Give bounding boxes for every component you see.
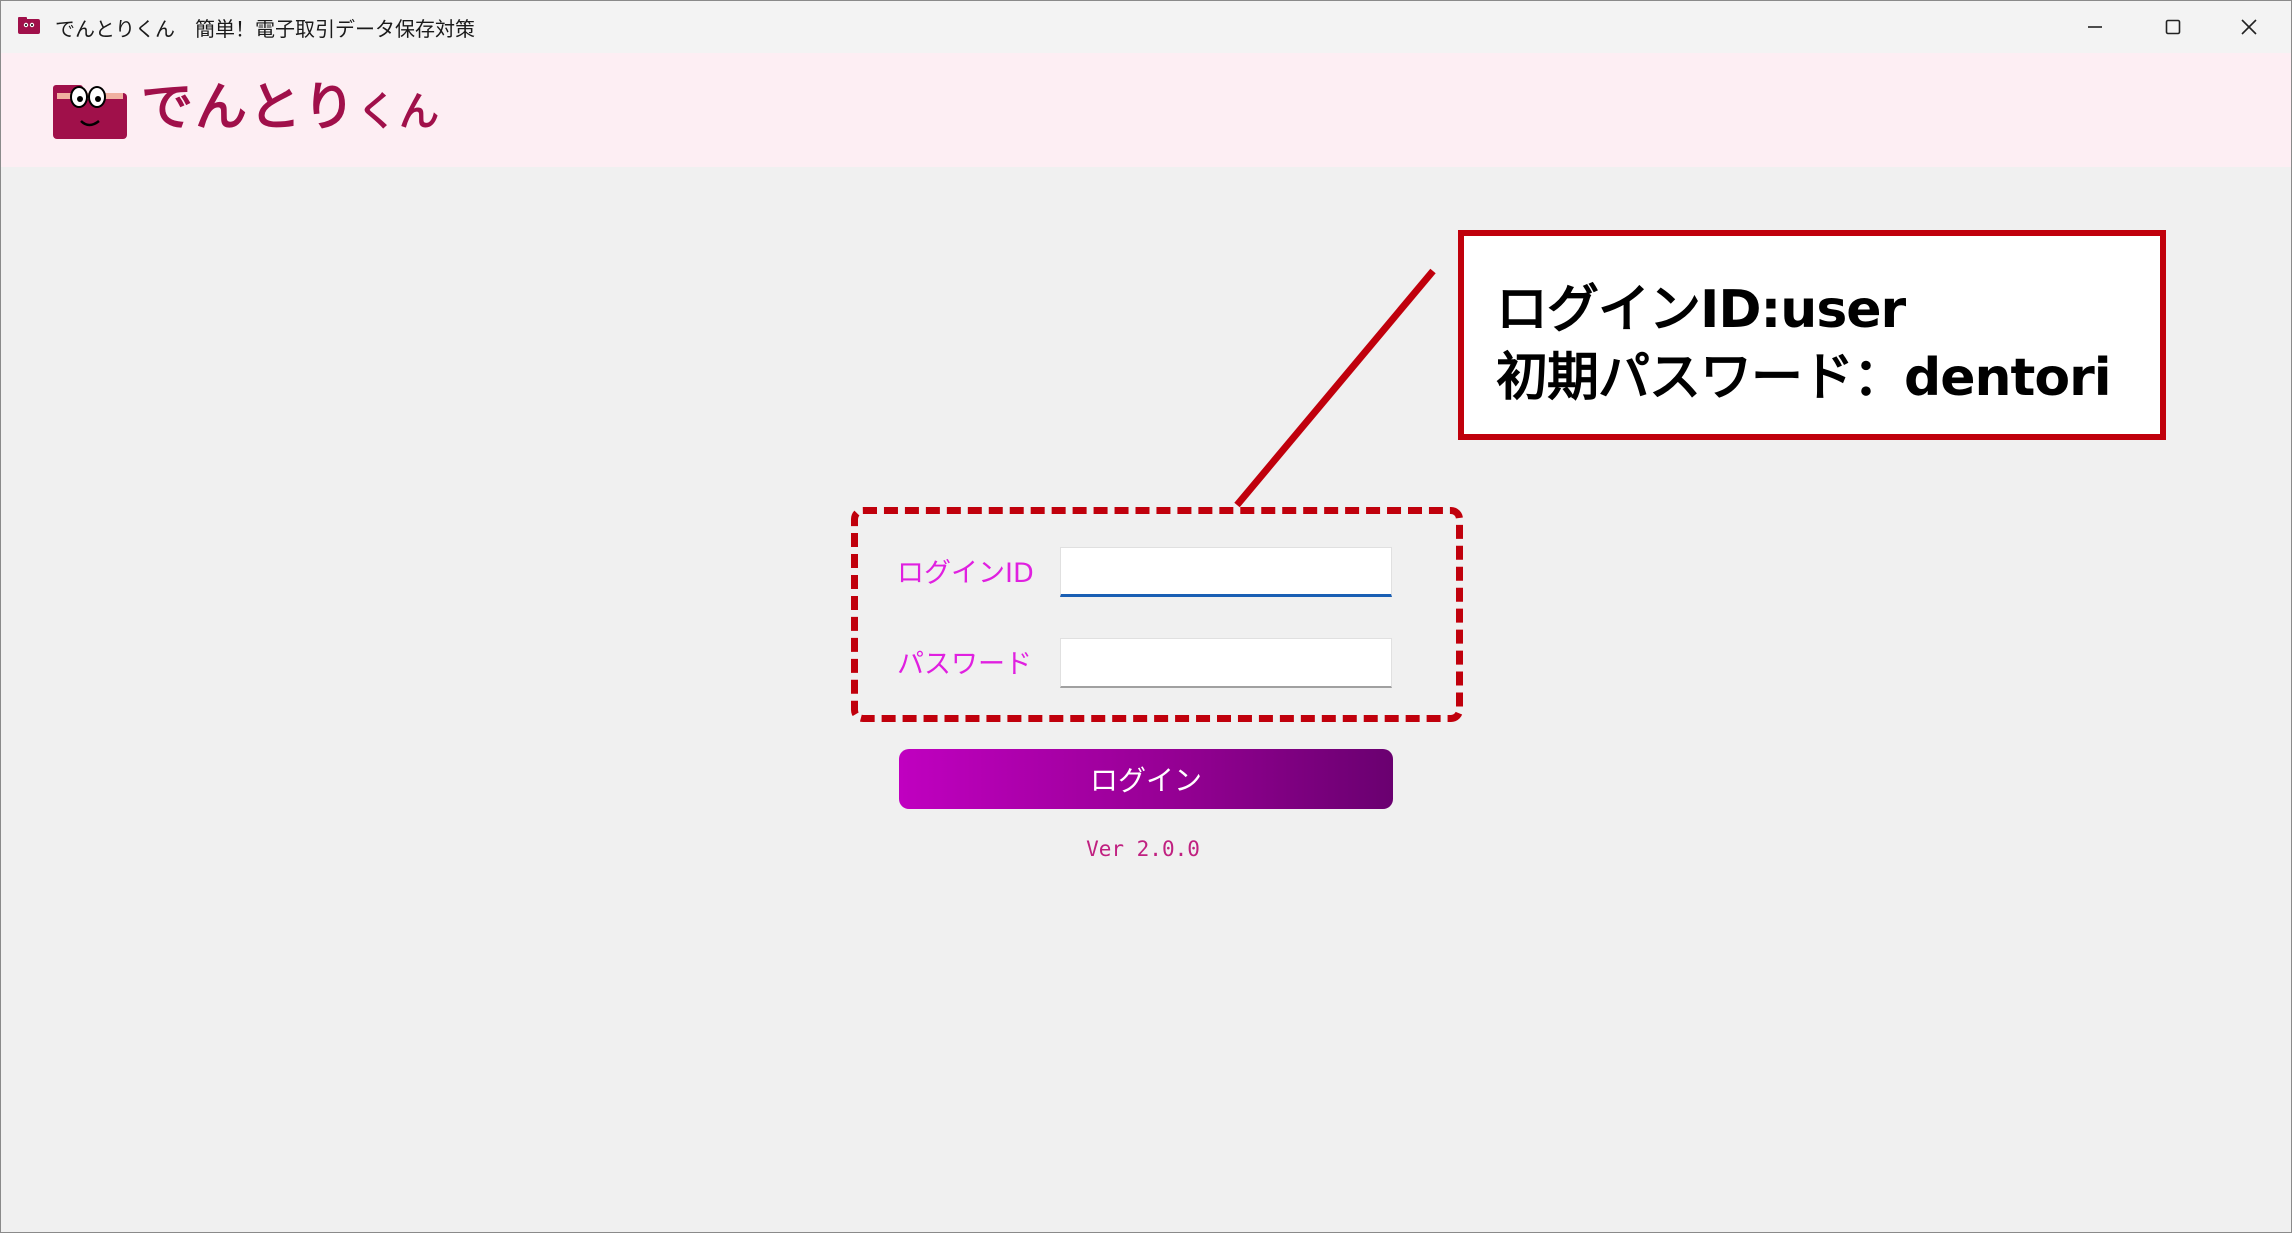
password-label: パスワード xyxy=(897,649,1032,680)
callout-login-id: ログインID:user xyxy=(1496,280,1906,340)
maximize-icon xyxy=(2165,19,2181,35)
version-text: Ver 2.0.0 xyxy=(1,837,2291,861)
title-bar[interactable]: でんとりくん 簡単！電子取引データ保存対策 xyxy=(1,1,2291,53)
logo-text-small: くん xyxy=(357,89,442,135)
folder-mascot-icon xyxy=(18,17,40,34)
callout-initial-password: 初期パスワード：dentori xyxy=(1496,348,2112,408)
header-band: でんとりくん xyxy=(1,53,2291,167)
password-input[interactable] xyxy=(1060,638,1392,688)
app-logo: でんとりくん xyxy=(51,75,441,145)
maximize-button[interactable] xyxy=(2137,1,2209,53)
minimize-icon xyxy=(2088,26,2102,28)
close-icon xyxy=(2241,19,2257,35)
folder-mascot-icon xyxy=(53,85,127,139)
app-window: でんとりくん 簡単！電子取引データ保存対策 でんとりくん ログインID:user… xyxy=(0,0,2292,1233)
logo-text: でんとりくん xyxy=(141,73,441,147)
login-id-input[interactable] xyxy=(1060,547,1392,597)
login-fields-highlight xyxy=(851,507,1463,722)
close-button[interactable] xyxy=(2213,1,2285,53)
window-title: でんとりくん 簡単！電子取引データ保存対策 xyxy=(55,17,475,41)
version-label: Ver 2.0.0 xyxy=(1086,837,1200,861)
credentials-callout: ログインID:user 初期パスワード：dentori xyxy=(1458,230,2166,440)
login-button[interactable]: ログイン xyxy=(899,749,1393,809)
logo-text-main: でんとり xyxy=(141,78,358,138)
login-id-label: ログインID xyxy=(897,558,1034,589)
minimize-button[interactable] xyxy=(2059,1,2131,53)
